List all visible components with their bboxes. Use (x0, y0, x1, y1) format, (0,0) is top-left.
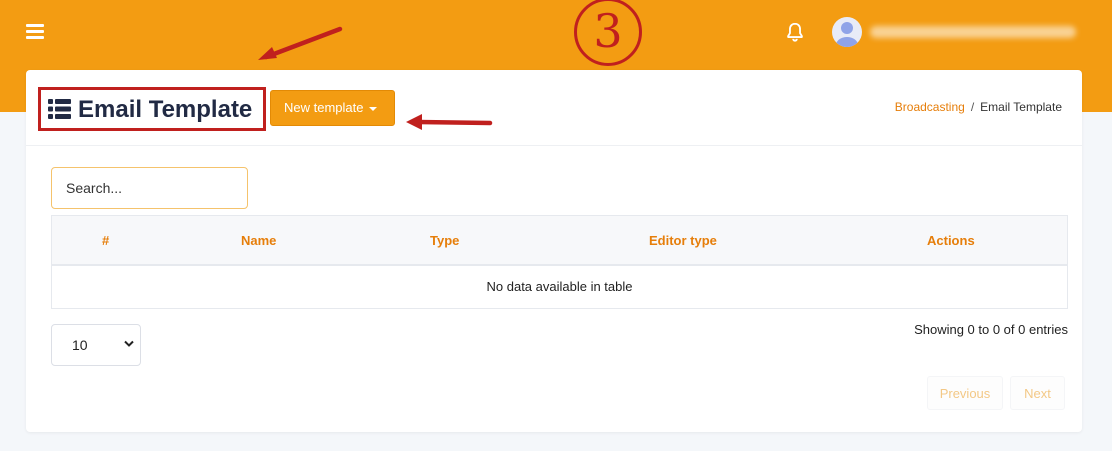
username-blurred[interactable] (870, 26, 1076, 38)
breadcrumb-separator: / (970, 100, 975, 114)
page-size-select[interactable]: 10 (51, 324, 141, 366)
column-header-name[interactable]: Name (241, 233, 276, 248)
column-header-editor-type[interactable]: Editor type (649, 233, 717, 248)
new-template-label: New template (284, 100, 364, 115)
user-avatar-icon[interactable] (832, 17, 862, 47)
table-info: Showing 0 to 0 of 0 entries (914, 322, 1068, 337)
column-header-actions[interactable]: Actions (927, 233, 975, 248)
table-header: # Name Type Editor type Actions (52, 216, 1067, 266)
caret-down-icon (369, 106, 378, 111)
annotation-arrow-to-button (406, 114, 493, 130)
empty-table-message: No data available in table (486, 279, 633, 294)
templates-table: # Name Type Editor type Actions No data … (51, 215, 1068, 309)
breadcrumb-broadcasting[interactable]: Broadcasting (895, 100, 965, 114)
previous-page-button[interactable]: Previous (927, 376, 1003, 410)
page-size-value: 10 (72, 337, 88, 353)
page-title-highlight: Email Template (38, 87, 266, 131)
column-header-number[interactable]: # (102, 233, 109, 248)
new-template-button[interactable]: New template (270, 90, 395, 126)
chevron-down-icon (124, 340, 134, 347)
breadcrumb-current: Email Template (980, 100, 1062, 114)
search-input[interactable] (51, 167, 248, 209)
card-header: Email Template New template Broadcasting… (26, 70, 1082, 146)
next-page-button[interactable]: Next (1010, 376, 1065, 410)
page-title: Email Template (78, 96, 253, 123)
hamburger-menu-icon[interactable] (26, 24, 44, 40)
step-number-annotation: 3 (574, 0, 642, 66)
bell-icon[interactable] (784, 21, 806, 43)
breadcrumb: Broadcasting / Email Template (895, 100, 1062, 114)
annotation-arrow-to-title (258, 26, 343, 60)
email-template-card: Email Template New template Broadcasting… (26, 70, 1082, 432)
column-header-type[interactable]: Type (430, 233, 459, 248)
list-icon (48, 99, 71, 119)
